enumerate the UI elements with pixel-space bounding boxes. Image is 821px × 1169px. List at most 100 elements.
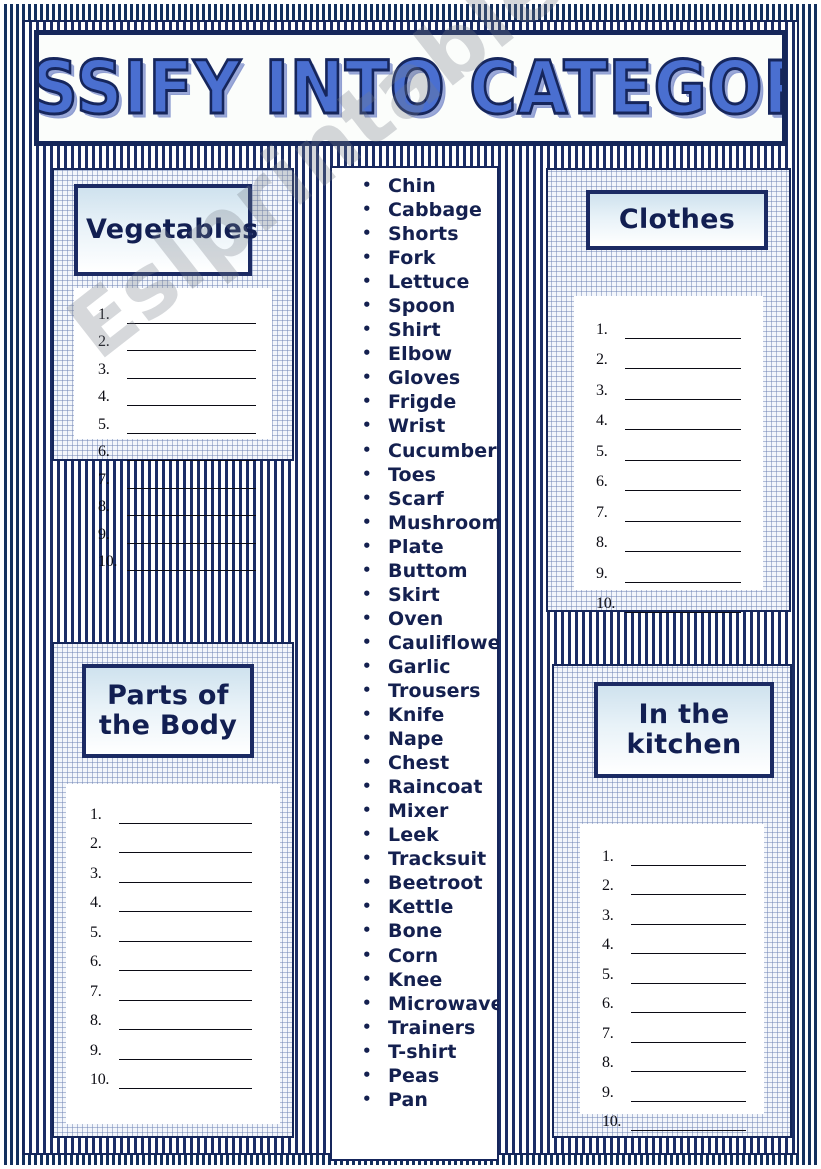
answer-blank[interactable] xyxy=(119,1015,252,1030)
answer-blank[interactable] xyxy=(631,1116,746,1131)
answer-blank[interactable] xyxy=(625,507,741,522)
answer-row[interactable]: 2. xyxy=(98,324,256,351)
answer-row[interactable]: 8. xyxy=(90,1001,252,1030)
answer-row[interactable]: 5. xyxy=(98,406,256,434)
answer-blank[interactable] xyxy=(119,1045,252,1060)
answer-number: 4. xyxy=(602,936,614,953)
answer-number: 1. xyxy=(596,320,608,338)
answer-blank[interactable] xyxy=(625,324,741,339)
answer-row[interactable]: 1. xyxy=(98,296,256,324)
answer-blank[interactable] xyxy=(127,391,256,406)
answer-blank[interactable] xyxy=(127,529,256,544)
answer-row[interactable]: 10. xyxy=(596,583,741,613)
word-bank-item: Shorts xyxy=(360,221,495,246)
answer-row[interactable]: 8. xyxy=(98,489,256,516)
answer-blank[interactable] xyxy=(127,446,256,461)
answer-row[interactable]: 9. xyxy=(602,1072,746,1102)
answer-row[interactable]: 5. xyxy=(602,954,746,984)
word-bank-item: Tracksuit xyxy=(360,846,495,871)
answer-blank[interactable] xyxy=(127,501,256,516)
answer-row[interactable]: 8. xyxy=(596,522,741,552)
answer-row[interactable]: 8. xyxy=(602,1043,746,1072)
answer-blank[interactable] xyxy=(631,1087,746,1102)
answer-row[interactable]: 1. xyxy=(90,794,252,824)
category-card-parts-of-body: Parts of the Body 1. 2. 3. 4. 5. 6. 7. 8. 9. 10. xyxy=(52,642,294,1138)
answer-row[interactable]: 4. xyxy=(98,379,256,406)
answer-blank[interactable] xyxy=(119,986,252,1001)
answer-blank[interactable] xyxy=(119,927,252,942)
answer-blank[interactable] xyxy=(631,1028,746,1043)
answer-row[interactable]: 3. xyxy=(602,895,746,925)
answer-row[interactable]: 7. xyxy=(98,461,256,489)
word-bank-item: Beetroot xyxy=(360,870,495,895)
answer-blank[interactable] xyxy=(625,354,741,369)
word-bank-item: Spoon xyxy=(360,293,495,318)
answer-row[interactable]: 9. xyxy=(98,516,256,544)
answer-row[interactable]: 3. xyxy=(90,853,252,883)
answer-blank[interactable] xyxy=(119,838,252,853)
answer-blank[interactable] xyxy=(625,385,741,400)
answer-blank[interactable] xyxy=(631,998,746,1013)
answer-blank[interactable] xyxy=(631,851,746,866)
answer-row[interactable]: 4. xyxy=(602,925,746,954)
answer-blank[interactable] xyxy=(127,474,256,489)
answer-blank[interactable] xyxy=(625,537,741,552)
word-bank-item: Trousers xyxy=(360,678,495,703)
answer-blank[interactable] xyxy=(631,939,746,954)
answer-blank[interactable] xyxy=(631,880,746,895)
title-banner: CLASSIFY INTO CATEGORIES xyxy=(34,30,787,146)
answer-blank[interactable] xyxy=(631,969,746,984)
category-title-in-the-kitchen: In the kitchen xyxy=(594,682,774,778)
answer-row[interactable]: 9. xyxy=(596,552,741,583)
answer-blank[interactable] xyxy=(127,556,256,571)
answer-row[interactable]: 9. xyxy=(90,1030,252,1060)
answer-row[interactable]: 2. xyxy=(602,866,746,895)
answer-row[interactable]: 7. xyxy=(90,971,252,1001)
answer-row[interactable]: 10. xyxy=(602,1102,746,1131)
word-bank-item: Knee xyxy=(360,967,495,992)
word-bank-item: Bone xyxy=(360,918,495,943)
answer-row[interactable]: 7. xyxy=(602,1013,746,1043)
answer-blank[interactable] xyxy=(127,309,256,324)
answer-row[interactable]: 6. xyxy=(90,942,252,971)
answer-blank[interactable] xyxy=(631,910,746,925)
answer-row[interactable]: 6. xyxy=(98,434,256,461)
answer-row[interactable]: 2. xyxy=(596,339,741,369)
answer-blank[interactable] xyxy=(119,956,252,971)
answer-row[interactable]: 6. xyxy=(602,984,746,1013)
word-bank-item: Chin xyxy=(360,173,495,198)
answer-blank[interactable] xyxy=(625,568,741,583)
answer-row[interactable]: 4. xyxy=(596,400,741,430)
answer-blank[interactable] xyxy=(625,476,741,491)
answer-blank[interactable] xyxy=(631,1057,746,1072)
content-area: Vegetables 1. 2. 3. 4. 5. 6. 7. 8. 9. 10. Parts o… xyxy=(34,152,792,1161)
answer-row[interactable]: 5. xyxy=(596,430,741,461)
answer-blank[interactable] xyxy=(127,419,256,434)
answer-row[interactable]: 1. xyxy=(602,836,746,866)
answer-row[interactable]: 10. xyxy=(98,544,256,571)
answer-row[interactable]: 6. xyxy=(596,461,741,491)
answer-row[interactable]: 10. xyxy=(90,1060,252,1089)
answer-number: 9. xyxy=(90,1041,102,1059)
answer-blank[interactable] xyxy=(625,415,741,430)
answer-number: 6. xyxy=(596,473,608,490)
answer-blank[interactable] xyxy=(119,809,252,824)
answer-blank[interactable] xyxy=(119,1074,252,1089)
answer-blank[interactable] xyxy=(119,868,252,883)
answer-row[interactable]: 7. xyxy=(596,491,741,522)
answer-blank[interactable] xyxy=(625,598,741,613)
answer-blank[interactable] xyxy=(119,897,252,912)
answer-blank[interactable] xyxy=(625,446,741,461)
answer-blank[interactable] xyxy=(127,336,256,351)
answer-number: 1. xyxy=(602,847,614,865)
word-bank-item: Nape xyxy=(360,726,495,751)
answer-lines-in-the-kitchen: 1. 2. 3. 4. 5. 6. 7. 8. 9. 10. xyxy=(602,836,746,1131)
answer-blank[interactable] xyxy=(127,364,256,379)
word-bank-item: Chest xyxy=(360,750,495,775)
answer-row[interactable]: 4. xyxy=(90,883,252,912)
answer-row[interactable]: 3. xyxy=(596,369,741,400)
answer-row[interactable]: 3. xyxy=(98,351,256,379)
answer-row[interactable]: 2. xyxy=(90,824,252,853)
answer-row[interactable]: 1. xyxy=(596,308,741,339)
answer-row[interactable]: 5. xyxy=(90,912,252,942)
